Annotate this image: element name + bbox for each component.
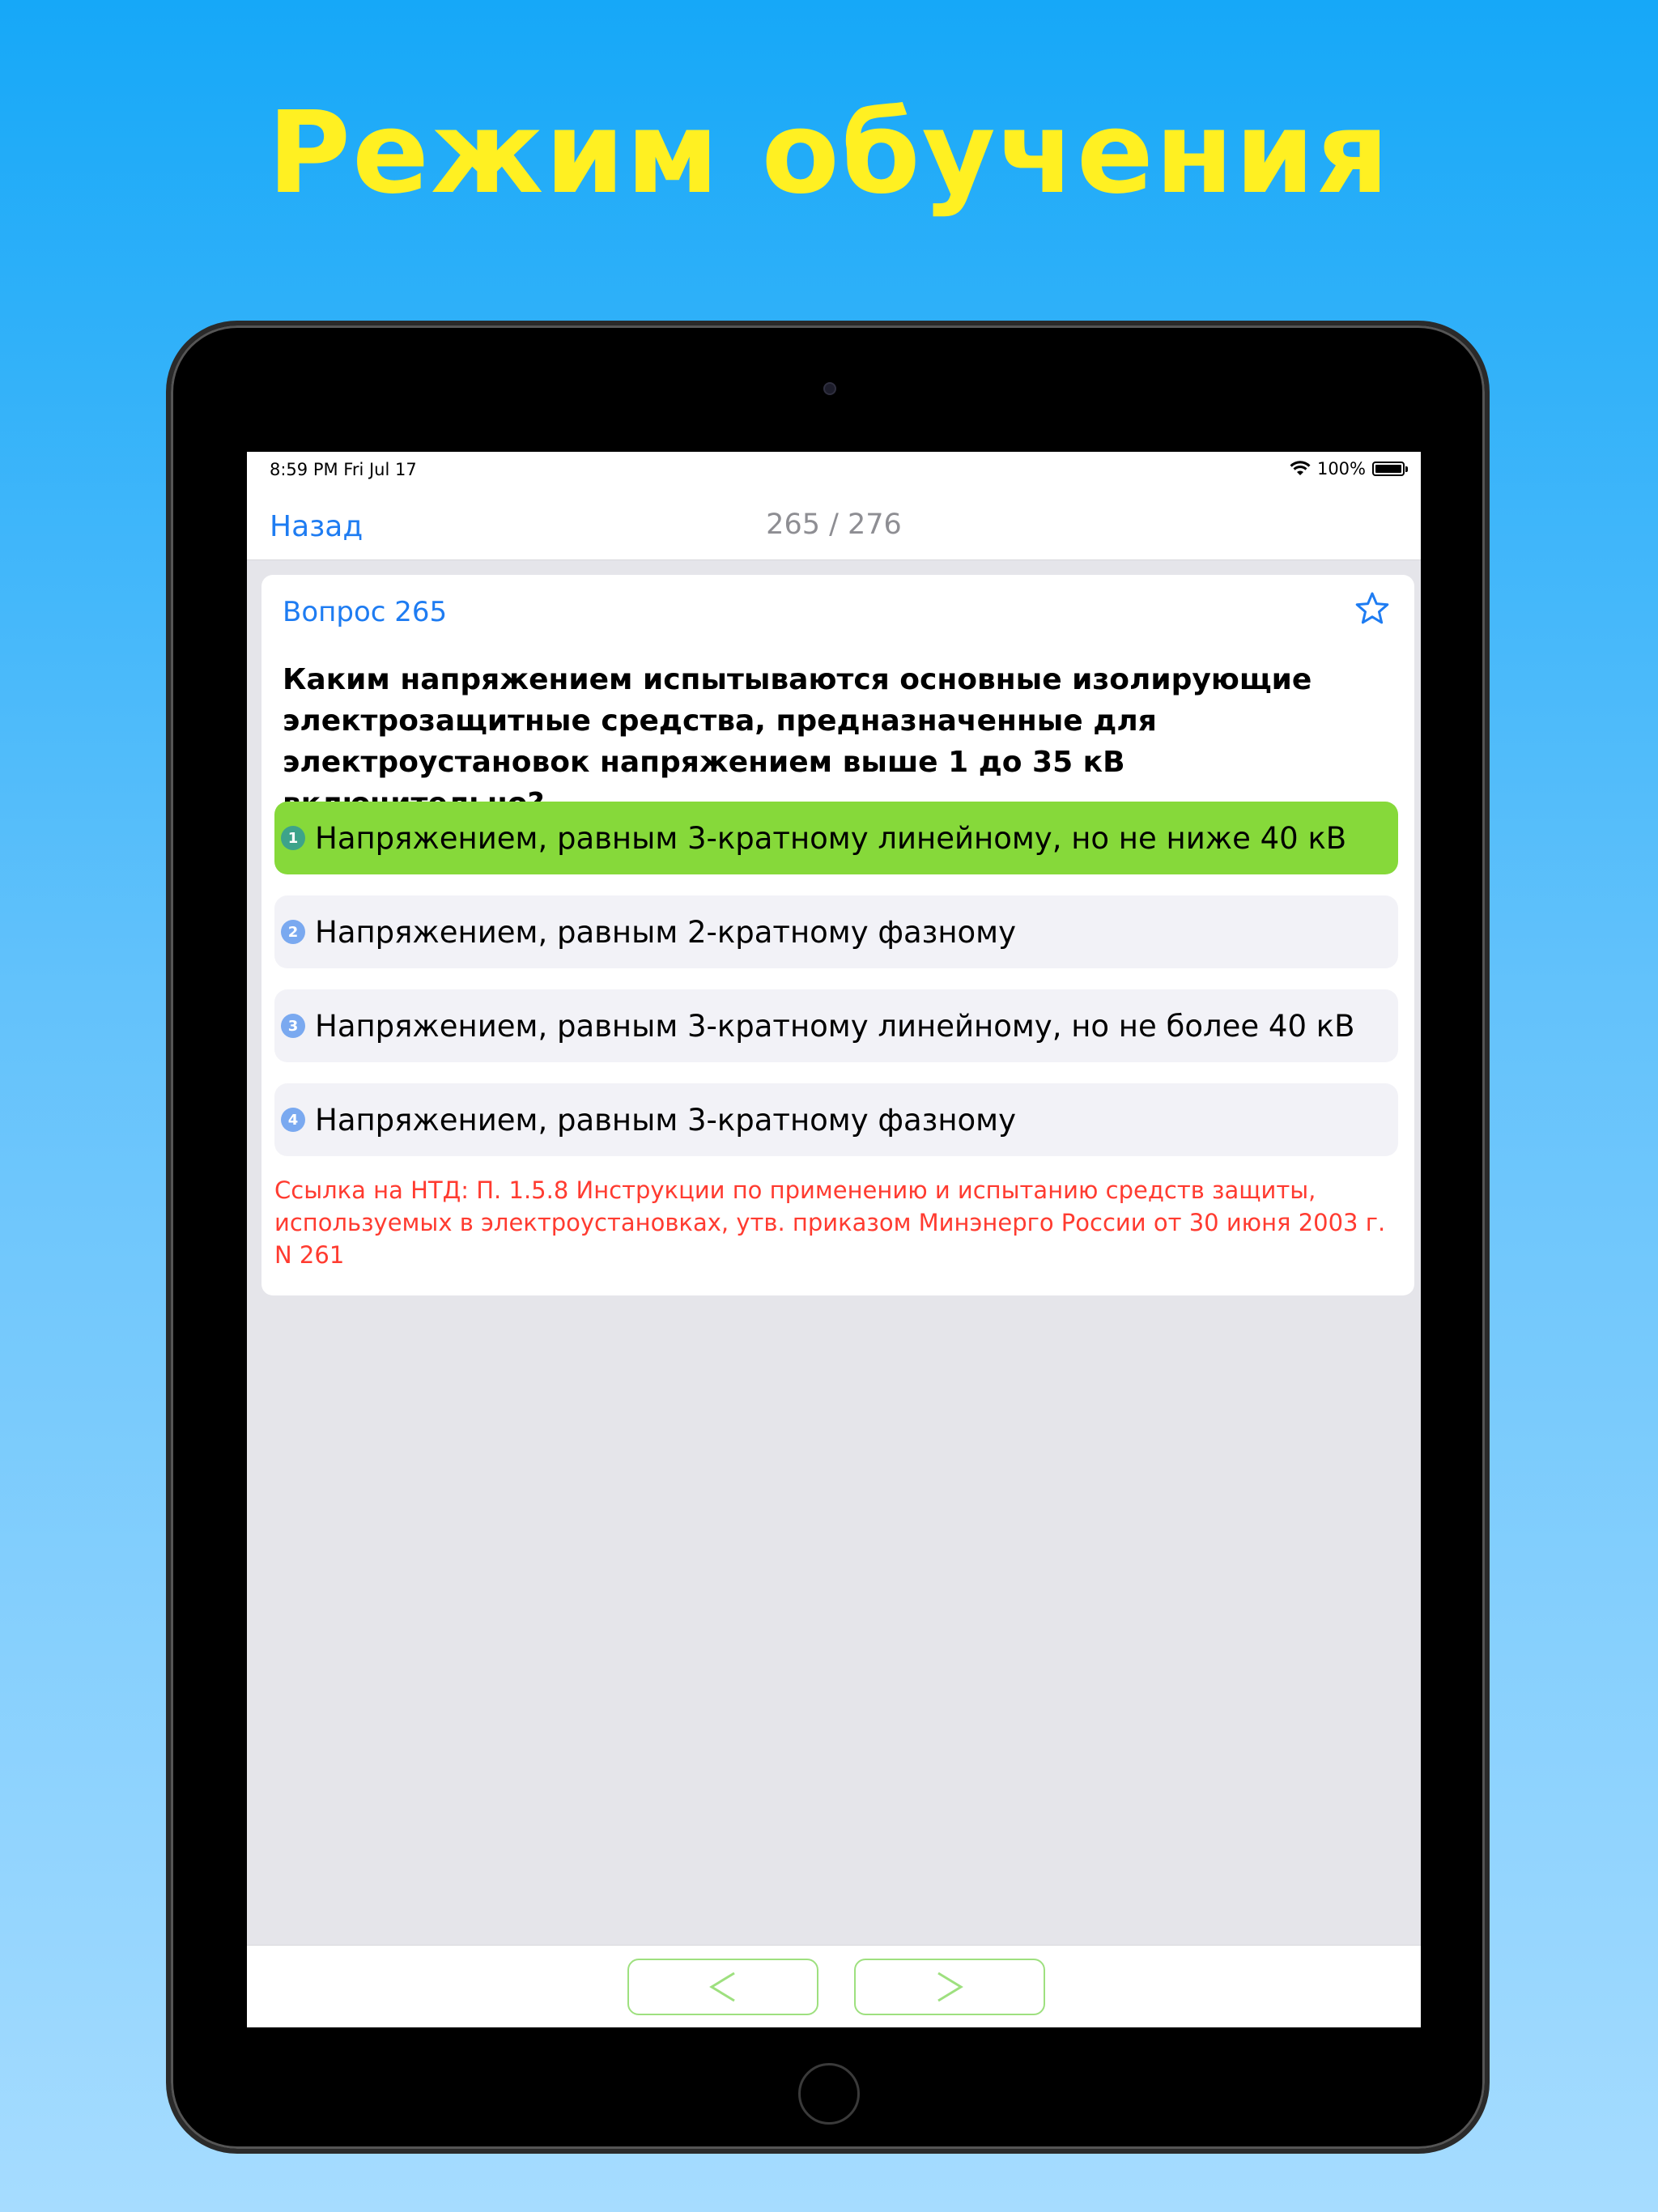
answer-number-badge: 1 (281, 826, 305, 850)
chevron-right-icon (937, 1972, 963, 2002)
status-indicators: 100% (1290, 459, 1408, 479)
answer-number-badge: 3 (281, 1014, 305, 1038)
answer-text: Напряжением, равным 2-кратному фазному (315, 914, 1016, 950)
wifi-icon (1290, 461, 1311, 475)
camera (823, 382, 836, 395)
previous-button[interactable] (627, 1959, 818, 2015)
tablet-frame: 8:59 PM Fri Jul 17 100% Назад 265 / 276 … (166, 321, 1490, 2154)
star-icon[interactable] (1353, 589, 1392, 628)
answer-option-4[interactable]: 4 Напряжением, равным 3-кратному фазному (274, 1083, 1398, 1156)
status-bar: 8:59 PM Fri Jul 17 100% (247, 452, 1421, 487)
answer-text: Напряжением, равным 3-кратному линейному… (315, 1008, 1355, 1044)
question-counter: 265 / 276 (766, 508, 902, 541)
answer-option-1[interactable]: 1 Напряжением, равным 3-кратному линейно… (274, 802, 1398, 874)
battery-percent: 100% (1316, 459, 1366, 479)
answer-number-badge: 4 (281, 1108, 305, 1132)
answer-number-badge: 2 (281, 920, 305, 944)
home-button[interactable] (798, 2063, 860, 2125)
question-card: Вопрос 265 Каким напряжением испытываютс… (261, 575, 1414, 1295)
answer-text: Напряжением, равным 3-кратному линейному… (315, 820, 1347, 856)
answer-text: Напряжением, равным 3-кратному фазному (315, 1102, 1016, 1138)
question-text: Каким напряжением испытываются основные … (283, 663, 1312, 820)
answer-option-2[interactable]: 2 Напряжением, равным 2-кратному фазному (274, 895, 1398, 968)
question-number: Вопрос 265 (283, 596, 448, 628)
navigation-bar: Назад 265 / 276 (247, 487, 1421, 560)
reference-text: Ссылка на НТД: П. 1.5.8 Инструкции по пр… (274, 1176, 1386, 1269)
chevron-left-icon (709, 1972, 735, 2002)
status-time: 8:59 PM Fri Jul 17 (270, 460, 417, 479)
battery-icon (1372, 462, 1408, 476)
promo-title: Режим обучения (267, 87, 1391, 219)
bottom-toolbar (247, 1945, 1421, 2027)
next-button[interactable] (854, 1959, 1045, 2015)
answer-option-3[interactable]: 3 Напряжением, равным 3-кратному линейно… (274, 989, 1398, 1062)
app-screen: 8:59 PM Fri Jul 17 100% Назад 265 / 276 … (247, 452, 1421, 2027)
